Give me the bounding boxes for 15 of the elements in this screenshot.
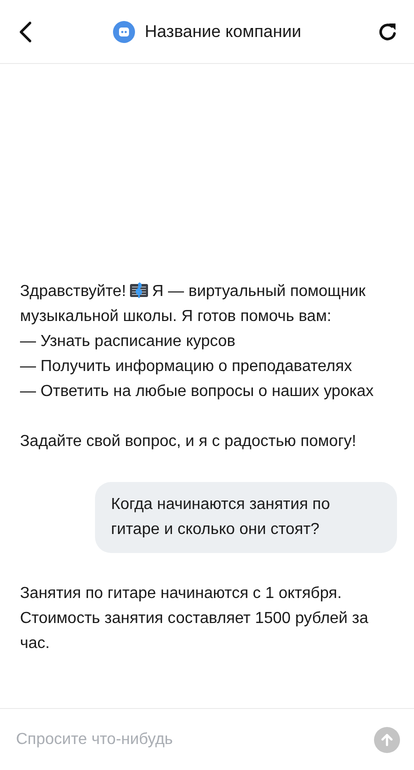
music-score-icon bbox=[130, 281, 148, 299]
chatbot-icon bbox=[112, 20, 135, 42]
option-line: — Получить информацию о преподавателях bbox=[20, 357, 354, 377]
bot-message-text: Я — виртуальный помощник bbox=[152, 283, 366, 300]
bot-footer-text: Задайте свой вопрос, и я с радостью помогу! bbox=[20, 432, 358, 452]
arrow-up-icon bbox=[380, 732, 394, 746]
message-input[interactable]: Спросите что-нибудь bbox=[16, 726, 364, 752]
greeting-text: Здравствуйте! bbox=[20, 283, 126, 300]
refresh-icon bbox=[376, 20, 399, 42]
company-title: Название компании bbox=[144, 22, 302, 42]
option-line: музыкальной школы. Я готов помочь вам: bbox=[20, 307, 332, 327]
option-line: — Узнать расписание курсов bbox=[20, 332, 236, 352]
user-message-bubble: Когда начинаются занятия по гитаре и сколько они стоят? bbox=[95, 482, 397, 553]
option-line: — Ответить на любые вопросы о наших уроках bbox=[20, 382, 375, 402]
bot-message-text: Занятия по гитаре начинаются с 1 октября. Стоимость занятия составляет 1500 рублей за час. bbox=[20, 584, 370, 654]
